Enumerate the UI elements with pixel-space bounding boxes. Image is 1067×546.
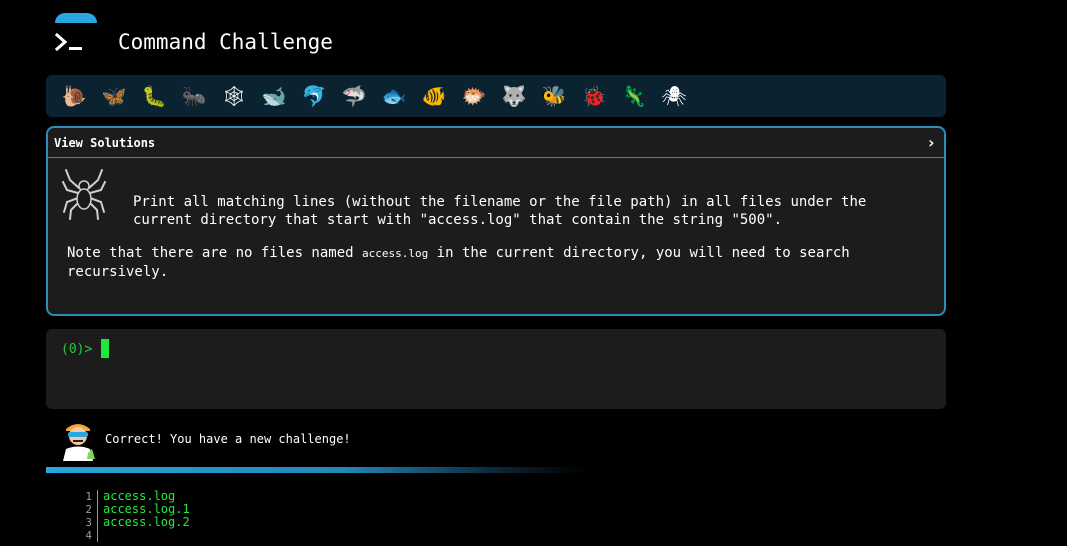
command-challenge-page: Command Challenge 🐌 🦋 🐛 🐜 🕸 🐋 🐬 🦈 🐟 🐠 🐡 🐺 🐝 🐞 🦎 🕷 View … — [0, 0, 1067, 546]
app-title: Command Challenge — [118, 30, 333, 54]
challenge-description: Print all matching lines (without the fi… — [133, 194, 867, 228]
line-number: 3 — [70, 516, 98, 529]
progress-bar — [46, 467, 586, 473]
view-solutions-label: View Solutions — [54, 135, 156, 150]
terminal-input-area[interactable]: (0)> — [46, 329, 946, 409]
feedback-message: Correct! You have a new challenge! — [105, 432, 351, 446]
scientist-mascot-icon — [63, 424, 95, 461]
level-spider-web-icon[interactable]: 🕸 — [214, 79, 254, 113]
logo-cap — [55, 13, 97, 23]
level-bar: 🐌 🦋 🐛 🐜 🕸 🐋 🐬 🦈 🐟 🐠 🐡 🐺 🐝 🐞 🦎 🕷 — [46, 75, 946, 117]
spider-icon — [62, 169, 106, 220]
level-fish-icon[interactable]: 🐟 — [374, 79, 414, 113]
line-number: 4 — [70, 529, 98, 542]
challenge-panel: View Solutions › Print all matching line… — [46, 126, 946, 316]
line-text — [98, 529, 103, 542]
command-output: 1 access.log 2 access.log.1 3 access.log.2 4 — [70, 490, 190, 542]
output-line: 3 access.log.2 — [70, 516, 190, 529]
terminal-prompt: (0)> — [61, 342, 93, 357]
level-butterfly-icon[interactable]: 🦋 — [94, 79, 134, 113]
terminal-cursor[interactable] — [101, 339, 109, 358]
note-code: access.log — [362, 247, 429, 260]
level-snail-icon[interactable]: 🐌 — [54, 79, 94, 113]
level-shark-icon[interactable]: 🦈 — [334, 79, 374, 113]
view-solutions-toggle[interactable]: View Solutions › — [48, 128, 944, 158]
level-tropical-fish-icon[interactable]: 🐠 — [414, 79, 454, 113]
level-spider-icon[interactable]: 🕷 — [654, 79, 694, 113]
output-line: 4 — [70, 529, 190, 542]
note-prefix: Note that there are no files named — [67, 245, 363, 261]
level-bee-icon[interactable]: 🐝 — [534, 79, 574, 113]
line-number: 1 — [70, 490, 98, 503]
challenge-note: Note that there are no files named acces… — [67, 244, 907, 281]
line-number: 2 — [70, 503, 98, 516]
level-ladybug-icon[interactable]: 🐞 — [574, 79, 614, 113]
level-pufferfish-icon[interactable]: 🐡 — [454, 79, 494, 113]
level-wolf-icon[interactable]: 🐺 — [494, 79, 534, 113]
level-dolphin-icon[interactable]: 🐬 — [294, 79, 334, 113]
level-ant-icon[interactable]: 🐜 — [174, 79, 214, 113]
level-whale-icon[interactable]: 🐋 — [254, 79, 294, 113]
terminal-prompt-icon — [54, 32, 82, 52]
level-lizard-icon[interactable]: 🦎 — [614, 79, 654, 113]
line-text: access.log.2 — [103, 515, 190, 529]
chevron-right-icon: › — [926, 133, 936, 152]
level-caterpillar-icon[interactable]: 🐛 — [134, 79, 174, 113]
